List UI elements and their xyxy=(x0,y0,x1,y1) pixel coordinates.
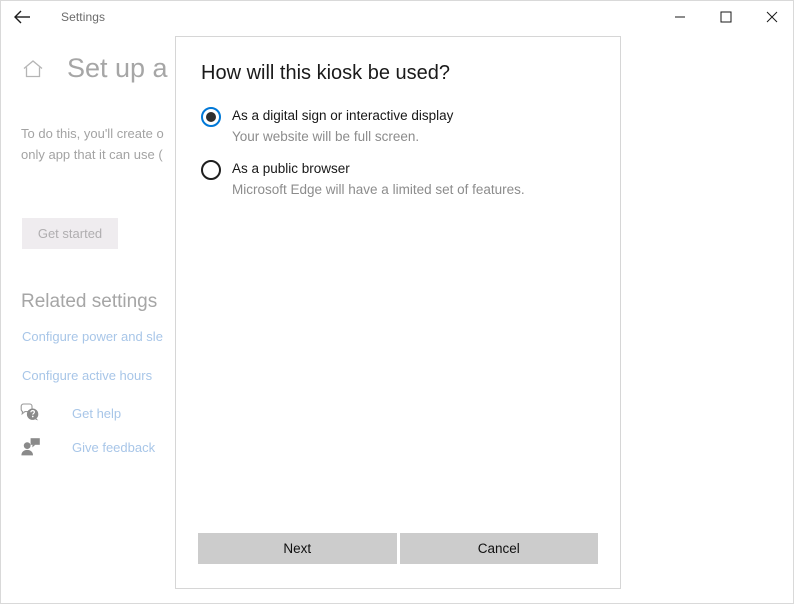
minimize-button[interactable] xyxy=(657,1,703,33)
radio-option-texts: As a public browser Microsoft Edge will … xyxy=(232,159,525,200)
close-button[interactable] xyxy=(749,1,794,33)
radio-outer-ring xyxy=(201,160,221,180)
dialog-heading: How will this kiosk be used? xyxy=(201,62,450,85)
cancel-button[interactable]: Cancel xyxy=(400,533,599,564)
help-bubble-icon xyxy=(19,401,45,425)
page-header: Set up a k xyxy=(19,53,189,84)
kiosk-usage-dialog: How will this kiosk be used? As a digita… xyxy=(175,36,621,589)
radio-option-title: As a digital sign or interactive display xyxy=(232,106,453,125)
get-help-link[interactable]: Get help xyxy=(19,401,121,425)
dialog-button-row: Next Cancel xyxy=(198,533,598,564)
feedback-person-icon xyxy=(19,435,45,459)
related-settings-heading: Related settings xyxy=(21,291,157,313)
back-button[interactable] xyxy=(1,1,43,33)
home-icon[interactable] xyxy=(19,55,47,83)
page-title: Set up a k xyxy=(67,53,189,84)
back-arrow-icon xyxy=(14,10,31,24)
radio-option-public-browser[interactable]: As a public browser Microsoft Edge will … xyxy=(201,159,601,200)
maximize-button[interactable] xyxy=(703,1,749,33)
settings-window: Settings xyxy=(0,0,794,604)
radio-option-description: Your website will be full screen. xyxy=(232,127,453,147)
caption-button-group xyxy=(657,1,794,33)
minimize-icon xyxy=(674,11,686,23)
radio-button-selected[interactable] xyxy=(201,107,221,127)
radio-option-texts: As a digital sign or interactive display… xyxy=(232,106,453,147)
configure-active-hours-link[interactable]: Configure active hours xyxy=(22,368,152,383)
maximize-icon xyxy=(720,11,732,23)
radio-button-unselected[interactable] xyxy=(201,160,221,180)
next-button[interactable]: Next xyxy=(198,533,397,564)
radio-option-title: As a public browser xyxy=(232,159,525,178)
radio-option-digital-sign[interactable]: As a digital sign or interactive display… xyxy=(201,106,601,147)
app-title: Settings xyxy=(61,10,105,24)
give-feedback-label: Give feedback xyxy=(72,440,155,455)
configure-power-and-sleep-link[interactable]: Configure power and sle xyxy=(22,329,163,344)
get-started-button[interactable]: Get started xyxy=(22,218,118,249)
radio-option-description: Microsoft Edge will have a limited set o… xyxy=(232,180,525,200)
give-feedback-link[interactable]: Give feedback xyxy=(19,435,155,459)
radio-inner-dot xyxy=(206,112,216,122)
title-bar: Settings xyxy=(1,1,794,33)
get-help-label: Get help xyxy=(72,406,121,421)
close-icon xyxy=(766,11,778,23)
